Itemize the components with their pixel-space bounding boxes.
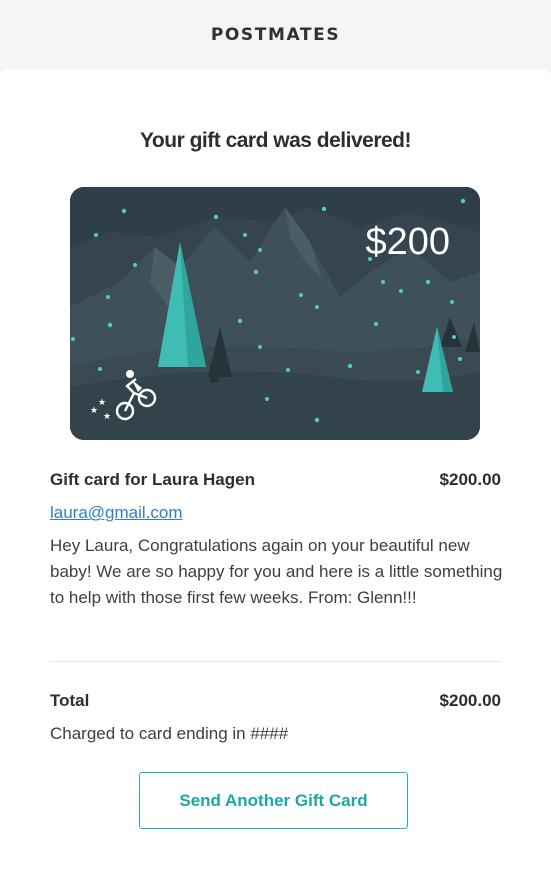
svg-text:★: ★ <box>98 398 106 408</box>
svg-text:★: ★ <box>103 412 111 422</box>
gift-card-amount: $200 <box>365 221 450 263</box>
gift-message: Hey Laura, Congratulations again on your… <box>50 536 503 607</box>
header: POSTMATES <box>0 0 551 70</box>
total-label: Total <box>50 691 90 710</box>
total-row: Total $200.00 <box>50 691 501 711</box>
svg-text:★: ★ <box>90 406 98 416</box>
recipient-label: Gift card for Laura Hagen <box>50 470 255 489</box>
charged-card-text: Charged to card ending in #### <box>50 724 289 743</box>
brand-logo: POSTMATES <box>210 25 341 45</box>
gift-card-image: ★ ★ ★ $200 <box>70 187 480 440</box>
total-amount: $200.00 <box>439 691 501 710</box>
email-content: Your gift card was delivered! ★ ★ ★ $200… <box>0 70 551 876</box>
page-title: Your gift card was delivered! <box>139 129 412 152</box>
divider <box>50 661 501 662</box>
recipient-row: Gift card for Laura Hagen $200.00 <box>50 470 501 490</box>
send-another-gift-card-button[interactable]: Send Another Gift Card <box>139 772 408 829</box>
recipient-email-link[interactable]: laura@gmail.com <box>50 503 183 523</box>
recipient-amount: $200.00 <box>439 470 501 489</box>
